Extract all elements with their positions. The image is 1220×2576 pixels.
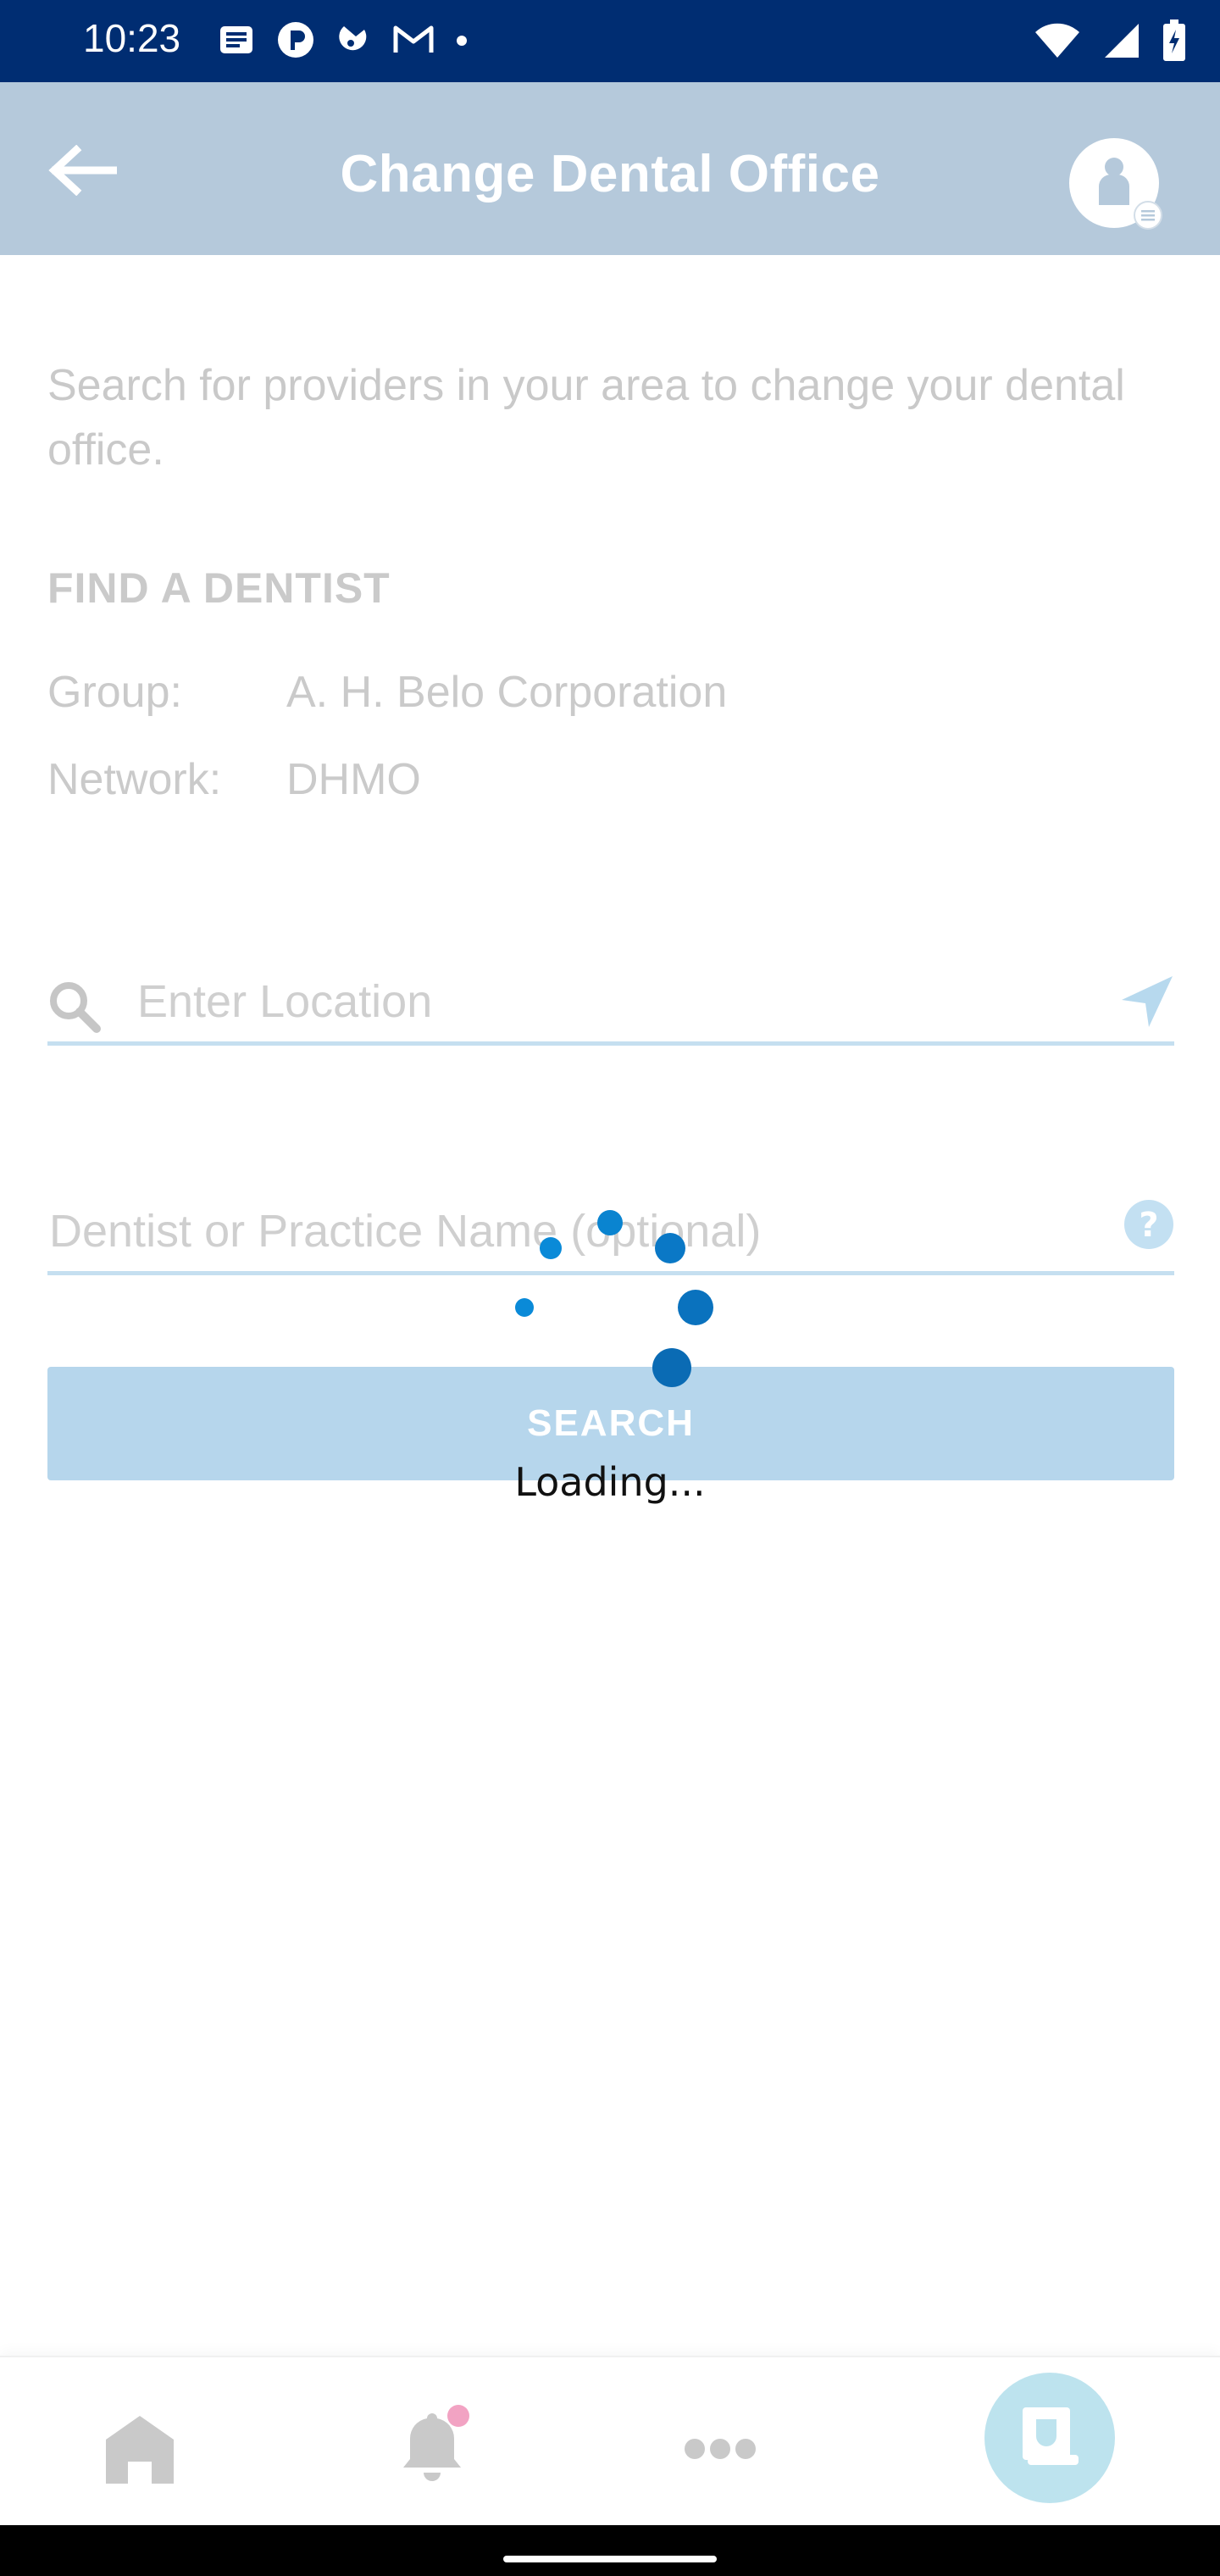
more-icon: [684, 2438, 757, 2463]
menu-badge-icon: [1134, 201, 1162, 230]
network-row: Network: DHMO: [47, 754, 421, 805]
app-header: Change Dental Office: [0, 82, 1220, 255]
dot-icon: [456, 34, 468, 50]
group-value: A. H. Belo Corporation: [286, 668, 728, 717]
profile-button[interactable]: [1069, 138, 1162, 230]
location-field: [47, 961, 1174, 1046]
user-avatar-icon: [1090, 154, 1138, 212]
nav-home[interactable]: [93, 2408, 186, 2493]
intro-text: Search for providers in your area to cha…: [47, 361, 1125, 475]
home-icon: [103, 2412, 177, 2489]
gesture-bar: [0, 2525, 1220, 2576]
bell-icon: [398, 2405, 469, 2484]
locate-me-icon[interactable]: [1120, 974, 1174, 1032]
gmail-icon: [393, 25, 434, 58]
nav-more[interactable]: [678, 2408, 762, 2493]
network-value: DHMO: [286, 755, 421, 804]
nav-notifications[interactable]: [390, 2400, 474, 2493]
home-indicator[interactable]: [503, 2556, 717, 2562]
spinner-dot: [678, 1290, 713, 1325]
spinner-dot: [655, 1233, 685, 1263]
p-circle-icon: [276, 20, 315, 63]
page-title: Change Dental Office: [340, 145, 880, 203]
tag-icon: [337, 21, 371, 62]
help-icon[interactable]: ?: [1123, 1199, 1174, 1253]
spinner-dot: [597, 1210, 623, 1235]
status-bar: 10:23: [0, 0, 1220, 82]
group-row: Group: A. H. Belo Corporation: [47, 667, 727, 718]
spinner-dot: [540, 1237, 562, 1259]
signal-icon: [1103, 22, 1140, 63]
search-icon: [47, 980, 102, 1037]
loading-text: Loading...: [514, 1459, 706, 1505]
find-dentist-heading: FIND A DENTIST: [47, 564, 391, 612]
battery-icon: [1162, 19, 1186, 65]
bottom-nav: [0, 2356, 1220, 2525]
nav-dental-card[interactable]: [984, 2373, 1115, 2503]
spinner-dot: [652, 1348, 691, 1387]
notification-icons: [219, 22, 468, 61]
system-icons: [1034, 19, 1186, 66]
wifi-icon: [1034, 22, 1081, 63]
spinner-dot: [515, 1298, 534, 1317]
dentist-name-input[interactable]: [47, 1191, 1098, 1271]
network-label: Network:: [47, 755, 222, 804]
location-input[interactable]: [136, 961, 1084, 1041]
notification-dot: [447, 2405, 469, 2427]
svg-text:?: ?: [1139, 1206, 1158, 1245]
dental-card-icon: [1016, 2402, 1084, 2473]
group-label: Group:: [47, 668, 182, 717]
news-icon: [219, 23, 254, 60]
status-time: 10:23: [83, 16, 181, 60]
